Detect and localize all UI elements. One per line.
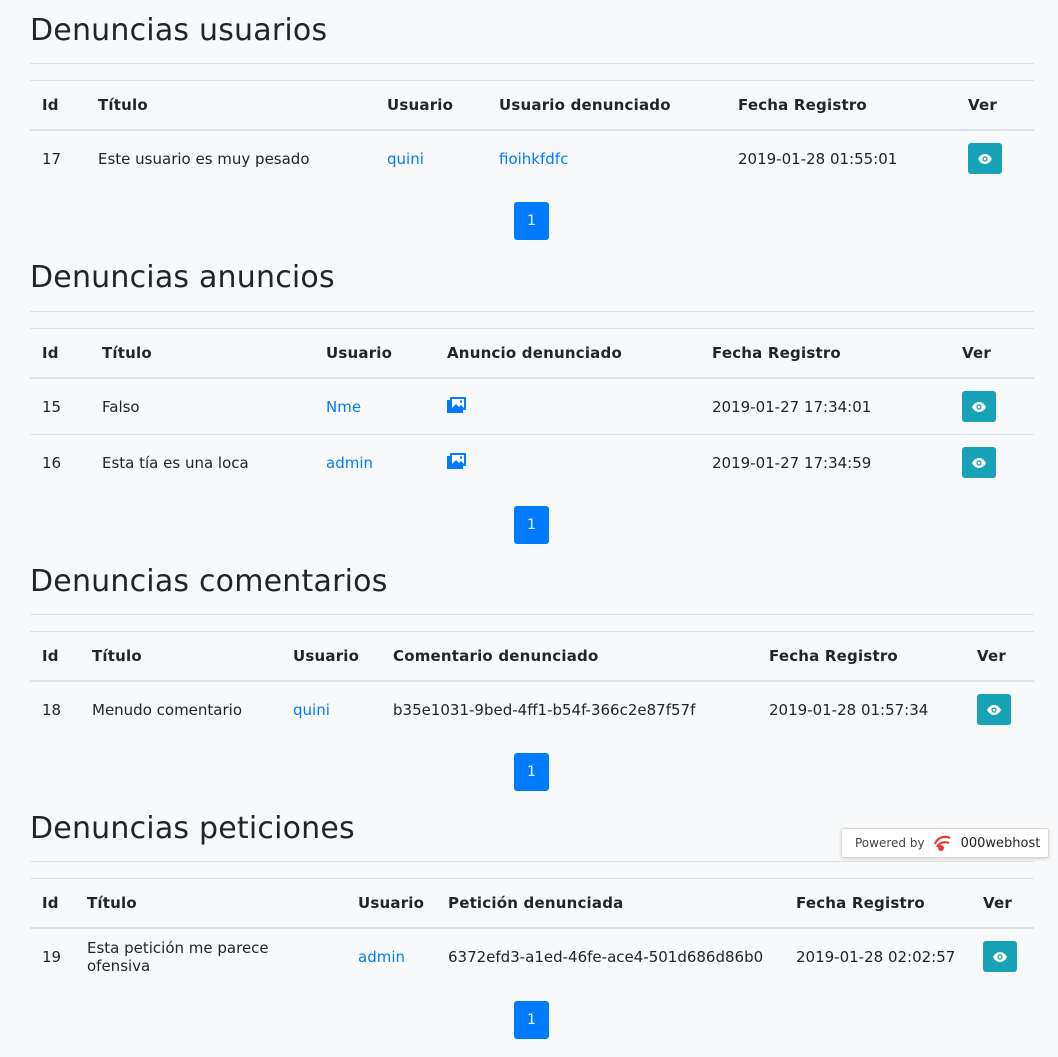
table-row: 17 Este usuario es muy pesado quini fioi… — [30, 130, 1034, 186]
cell-fecha: 2019-01-28 02:02:57 — [796, 947, 956, 966]
user-link[interactable]: quini — [293, 701, 330, 719]
col-id: Id — [30, 631, 80, 682]
table-header-row: Id Título Usuario Anuncio denunciado Fec… — [30, 328, 1034, 379]
cell-fecha: 2019-01-27 17:34:59 — [712, 453, 872, 472]
col-fecha: Fecha Registro — [757, 631, 965, 682]
user-link[interactable]: quini — [387, 150, 424, 168]
view-button[interactable] — [977, 694, 1011, 725]
table-row: 15 Falso Nme 2019-01-27 17:34:01 — [30, 378, 1034, 435]
reports-table: Id Título Usuario Usuario denunciado Fec… — [30, 80, 1034, 186]
reported-user-link[interactable]: fioihkfdfc — [499, 150, 568, 168]
reports-table: Id Título Usuario Anuncio denunciado Fec… — [30, 328, 1034, 490]
section-comentarios: Denuncias comentarios Id Título Usuario … — [30, 563, 1034, 791]
cell-fecha: 2019-01-28 01:55:01 — [738, 149, 898, 168]
col-denunciado: Petición denunciada — [436, 878, 784, 929]
reports-table: Id Título Usuario Petición denunciada Fe… — [30, 878, 1034, 984]
cell-id: 16 — [42, 453, 62, 472]
view-button[interactable] — [968, 143, 1002, 174]
table-row: 19 Esta petición me parece ofensiva admi… — [30, 928, 1034, 984]
brand-name: 000webhost — [960, 835, 1041, 851]
divider — [30, 63, 1034, 64]
col-titulo: Título — [80, 631, 281, 682]
col-usuario: Usuario — [281, 631, 381, 682]
eye-icon — [978, 153, 992, 164]
cell-titulo: Menudo comentario — [92, 700, 243, 719]
col-ver: Ver — [965, 631, 1034, 682]
col-usuario: Usuario — [314, 328, 435, 379]
cell-fecha: 2019-01-27 17:34:01 — [700, 378, 950, 435]
eye-icon — [993, 951, 1007, 962]
col-denunciado: Anuncio denunciado — [435, 328, 700, 379]
pagination-page-1[interactable]: 1 — [514, 1001, 549, 1039]
divider — [30, 311, 1034, 312]
user-link[interactable]: admin — [326, 454, 373, 472]
section-title: Denuncias comentarios — [30, 564, 388, 599]
cell-id: 19 — [42, 947, 62, 966]
cell-fecha: 2019-01-28 01:57:34 — [769, 700, 929, 719]
section-title: Denuncias usuarios — [30, 13, 328, 48]
cell-id: 17 — [42, 149, 62, 168]
col-id: Id — [30, 878, 75, 929]
powered-by-label: Powered by — [855, 836, 925, 850]
col-titulo: Título — [86, 80, 375, 131]
col-ver: Ver — [971, 878, 1034, 929]
reports-table: Id Título Usuario Comentario denunciado … — [30, 631, 1034, 737]
table-row: 16 Esta tía es una loca admin 2019-01-27… — [30, 435, 1034, 491]
eye-icon — [987, 704, 1001, 715]
table-header-row: Id Título Usuario Comentario denunciado … — [30, 631, 1034, 682]
col-id: Id — [30, 328, 90, 379]
hosting-badge[interactable]: Powered by 000webhost — [841, 828, 1049, 858]
col-usuario: Usuario — [375, 80, 487, 131]
col-ver: Ver — [956, 80, 1034, 131]
col-fecha: Fecha Registro — [726, 80, 956, 131]
view-button[interactable] — [962, 447, 996, 478]
table-row: 18 Menudo comentario quini b35e1031-9bed… — [30, 681, 1034, 737]
cell-titulo: Esta tía es una loca — [102, 453, 249, 472]
section-title: Denuncias anuncios — [30, 260, 335, 295]
col-denunciado: Comentario denunciado — [381, 631, 757, 682]
view-button[interactable] — [962, 391, 996, 422]
pagination-page-1[interactable]: 1 — [514, 202, 549, 240]
col-usuario: Usuario — [346, 878, 436, 929]
col-titulo: Título — [90, 328, 314, 379]
col-id: Id — [30, 80, 86, 131]
eye-icon — [972, 401, 986, 412]
cell-titulo: Falso — [90, 378, 314, 435]
pagination-page-1[interactable]: 1 — [514, 753, 549, 791]
section-usuarios: Denuncias usuarios Id Título Usuario Usu… — [30, 12, 1034, 240]
table-header-row: Id Título Usuario Petición denunciada Fe… — [30, 878, 1034, 929]
000webhost-logo-icon — [933, 834, 955, 852]
cell-id: 18 — [42, 700, 62, 719]
pagination-page-1[interactable]: 1 — [514, 506, 549, 544]
divider — [30, 614, 1034, 615]
user-link[interactable]: admin — [358, 948, 405, 966]
view-button[interactable] — [983, 941, 1017, 972]
col-titulo: Título — [75, 878, 346, 929]
eye-icon — [972, 457, 986, 468]
divider — [30, 861, 1034, 862]
user-link[interactable]: Nme — [326, 398, 361, 416]
col-fecha: Fecha Registro — [700, 328, 950, 379]
cell-petition-id: 6372efd3-a1ed-46fe-ace4-501d686d86b0 — [448, 947, 764, 966]
cell-comment-id: b35e1031-9bed-4ff1-b54f-366c2e87f57f — [393, 700, 696, 719]
col-fecha: Fecha Registro — [784, 878, 971, 929]
table-header-row: Id Título Usuario Usuario denunciado Fec… — [30, 80, 1034, 131]
cell-id: 15 — [30, 378, 90, 435]
col-ver: Ver — [950, 328, 1034, 379]
col-denunciado: Usuario denunciado — [487, 80, 726, 131]
cell-titulo: Esta petición me parece ofensiva — [87, 938, 269, 975]
image-icon[interactable] — [447, 396, 466, 413]
image-icon[interactable] — [447, 452, 466, 469]
cell-titulo: Este usuario es muy pesado — [98, 149, 310, 168]
section-anuncios: Denuncias anuncios Id Título Usuario Anu… — [30, 259, 1034, 544]
